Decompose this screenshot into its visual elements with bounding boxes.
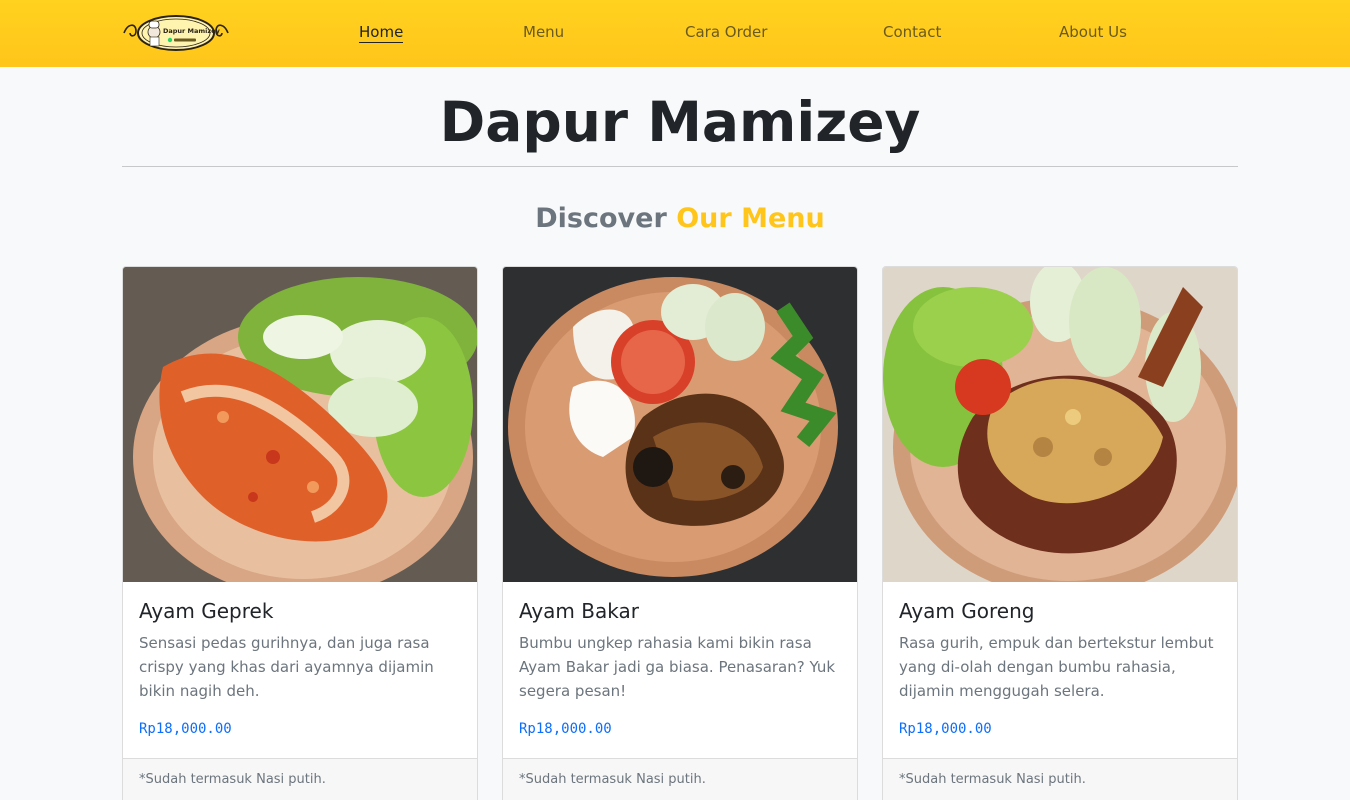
title-divider (122, 166, 1238, 167)
card-description: Sensasi pedas gurihnya, dan juga rasa cr… (139, 634, 434, 700)
card-price: Rp18,000.00 (139, 721, 232, 737)
nav-link-menu[interactable]: Menu (523, 23, 564, 41)
card-footer-note: *Sudah termasuk Nasi putih. (519, 772, 706, 787)
nav-link-cara-order[interactable]: Cara Order (685, 23, 767, 41)
card-footer-note: *Sudah termasuk Nasi putih. (899, 772, 1086, 787)
card-description: Rasa gurih, empuk dan bertekstur lembut … (899, 634, 1214, 700)
section-heading-discover: Discover (535, 203, 667, 234)
page-title: Dapur Mamizey (439, 90, 921, 154)
card-title: Ayam Goreng (899, 599, 1035, 623)
brand-logo[interactable]: Dapur Mamizey (122, 13, 230, 53)
card-footer-note: *Sudah termasuk Nasi putih. (139, 772, 326, 787)
card-price: Rp18,000.00 (899, 721, 992, 737)
card-footer: *Sudah termasuk Nasi putih. (883, 758, 1237, 800)
section-heading: Discover Our Menu (0, 200, 1350, 238)
svg-text:Dapur Mamizey: Dapur Mamizey (163, 27, 221, 35)
card-price: Rp18,000.00 (519, 721, 612, 737)
brand-logo-graphic: Dapur Mamizey (123, 15, 229, 51)
nav-link-about-us[interactable]: About Us (1059, 23, 1127, 41)
nav-link-contact[interactable]: Contact (883, 23, 941, 41)
menu-card-ayam-bakar[interactable]: Ayam Bakar Bumbu ungkep rahasia kami bik… (502, 266, 858, 800)
section-heading-our-menu: Our Menu (676, 203, 825, 234)
ayam-geprek-photo (123, 267, 477, 582)
menu-card-ayam-goreng[interactable]: Ayam Goreng Rasa gurih, empuk dan bertek… (882, 266, 1238, 800)
navbar: Dapur Mamizey Home Menu Cara Order Conta… (0, 0, 1350, 67)
nav-link-home[interactable]: Home (359, 23, 404, 43)
card-footer: *Sudah termasuk Nasi putih. (123, 758, 477, 800)
card-footer: *Sudah termasuk Nasi putih. (503, 758, 857, 800)
card-title: Ayam Bakar (519, 599, 639, 623)
card-description: Bumbu ungkep rahasia kami bikin rasa Aya… (519, 634, 836, 700)
ayam-bakar-photo (503, 267, 857, 582)
card-title: Ayam Geprek (139, 599, 274, 623)
menu-card-ayam-geprek[interactable]: Ayam Geprek Sensasi pedas gurihnya, dan … (122, 266, 478, 800)
ayam-goreng-photo (883, 267, 1237, 582)
